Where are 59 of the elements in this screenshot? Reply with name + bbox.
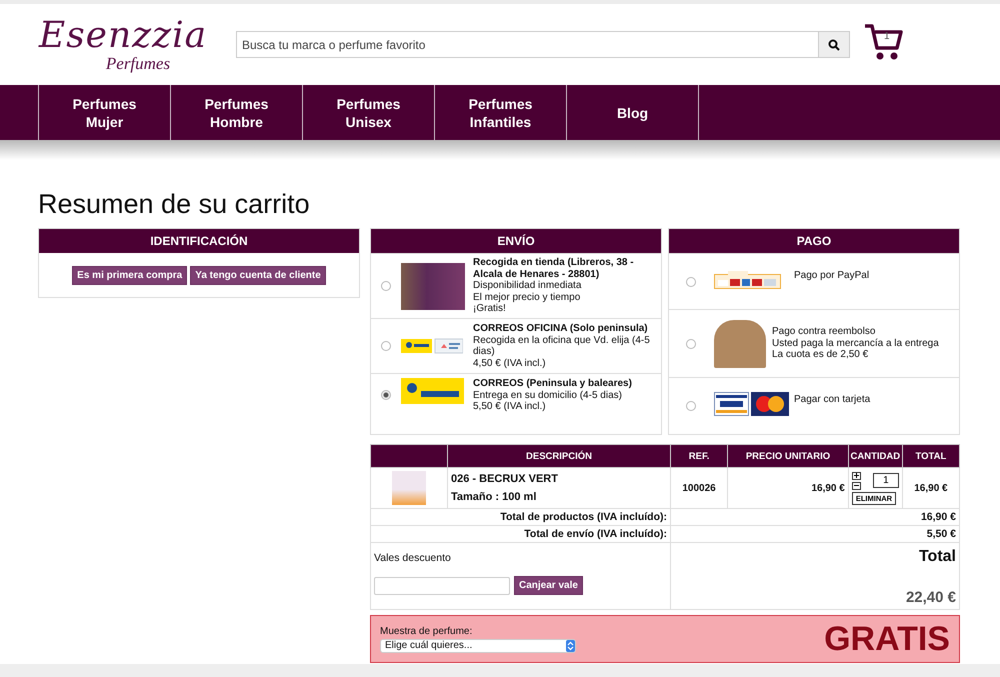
column-header: REF. [670,444,728,468]
radio-button[interactable] [686,276,696,286]
column-header: TOTAL [902,444,960,468]
search-field[interactable]: Busca tu marca o perfume favorito [236,31,818,58]
cart-count: 1 [884,30,890,42]
payment-option-text: Pagar con tarjeta [794,394,870,406]
radio-button[interactable] [381,390,391,400]
quantity-field[interactable]: 1 [872,473,899,488]
product-size: Tamaño : 100 ml [451,491,538,503]
radio-button[interactable] [381,341,391,351]
total-label: Total [918,548,956,566]
photo-placeholder [392,471,426,505]
table-cell: 16,90 € [728,468,848,508]
search-button[interactable] [818,31,850,58]
voucher-label: Vales descuento [374,552,452,564]
account-button[interactable]: Es mi primera compra [72,266,188,285]
search-icon [828,38,840,50]
payment-option-text: Pago contra reembolso Usted paga la mercancía a la entrega La cuota es de 2,50 € [772,326,939,361]
panel-header: IDENTIFICACIÓN [39,229,359,253]
sample-label: Muestra de perfume: [380,626,474,636]
radio-button[interactable] [381,281,391,291]
shipping-option-text: CORREOS OFICINA (Solo peninsula) Recogida en la oficina que Vd. elija (4-5 dias) 4,50 € (IVA incl.) [473,323,651,369]
postal-logos-drawing [401,338,463,354]
column-header: DESCRIPCIÓN [448,444,670,468]
table-cell: 16,90 € [902,468,960,508]
payment-option-text: Pago por PayPal [794,270,870,282]
total-label: Total de productos (IVA incluído): [370,508,670,526]
cart-icon [863,22,905,60]
table-cell: 100026 [670,468,728,508]
account-button[interactable]: Ya tengo cuenta de cliente [190,266,326,285]
radio-button[interactable] [686,401,696,411]
postal-logo-drawing [401,378,464,404]
column-header: PRECIO UNITARIO [728,444,848,468]
panel-header: ENVÍO [371,229,661,253]
dropdown-icon [566,640,575,652]
photo-placeholder [401,262,465,310]
redeem-button[interactable]: Canjear vale [514,576,583,595]
total-value: 16,90 € [670,508,960,526]
decrease-button[interactable] [852,482,861,490]
voucher-field[interactable] [374,576,510,594]
sample-select[interactable]: Elige cuál quieres... [380,638,576,652]
product-name[interactable]: 026 - BECRUX VERT [451,473,667,485]
total-price: 22,40 € [904,589,956,606]
minus-icon [854,483,859,488]
increase-button[interactable] [852,472,861,480]
total-value: 5,50 € [670,526,960,542]
total-label: Total de envío (IVA incluído): [370,526,670,542]
panel-header: PAGO [669,229,959,253]
plus-icon [854,473,859,478]
photo-placeholder [714,320,766,368]
free-label: GRATIS [824,620,950,658]
shipping-option-text: Recogida en tienda (Libreros, 38 - Alcala de Henares - 28801) Disponibilidad inmediata El mejor precio y tiempo ¡Gratis! [473,257,635,315]
payment-logos-drawing [714,270,781,289]
logo[interactable]: Esenzzia Perfumes [28,16,218,72]
radio-button[interactable] [686,338,696,348]
page-title: Resumen de su carrito [38,188,311,220]
cart-button[interactable]: 1 [863,22,905,60]
shipping-option-text: CORREOS (Peninsula y baleares) Entrega en su domicilio (4-5 dias) 5,50 € (IVA incl.) [473,378,632,412]
column-header: CANTIDAD [848,444,902,468]
